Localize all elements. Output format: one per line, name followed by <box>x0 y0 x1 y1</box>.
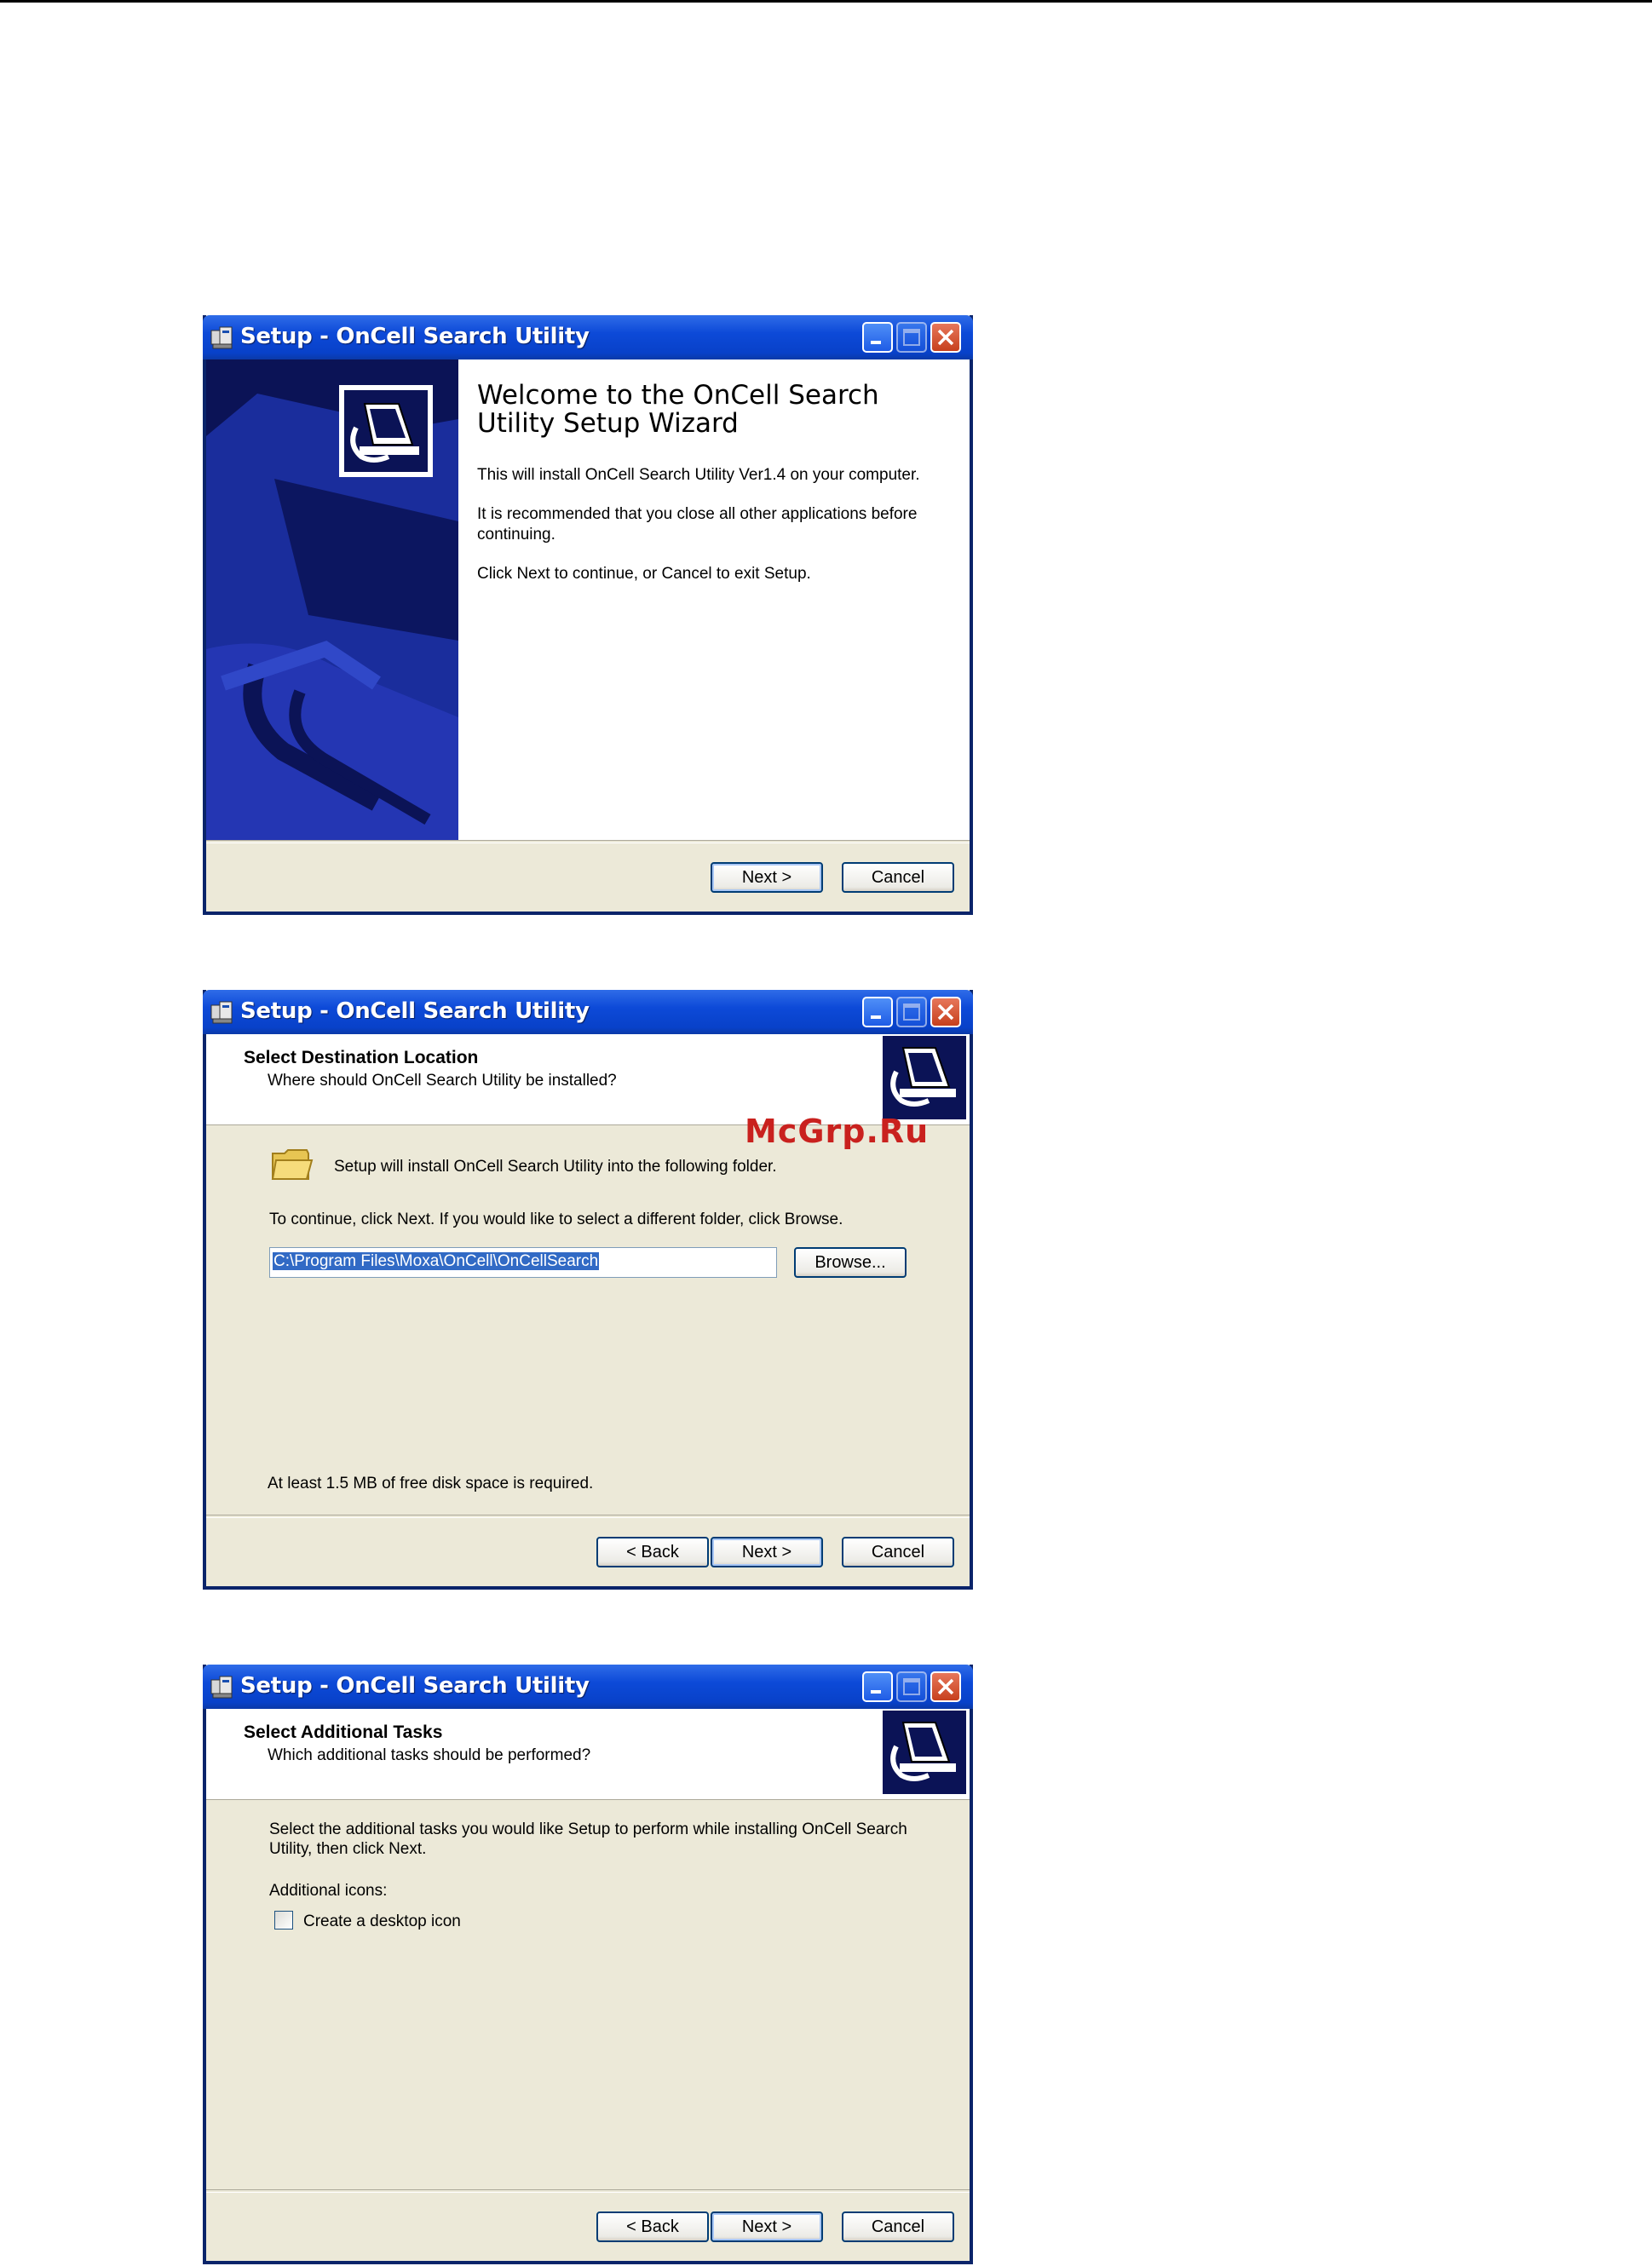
minimize-icon <box>871 1015 881 1019</box>
cancel-button[interactable]: Cancel <box>842 2211 954 2242</box>
page-top-rule <box>0 0 1652 3</box>
setup-window-welcome: Setup - OnCell Search Utility Welcome to… <box>203 315 973 915</box>
page-subtitle: Which additional tasks should be perform… <box>268 1746 591 1764</box>
setup-computer-icon <box>883 1711 966 1794</box>
continue-instructions: To continue, click Next. If you would li… <box>269 1211 843 1228</box>
close-button[interactable] <box>930 322 961 353</box>
back-button[interactable]: < Back <box>596 2211 709 2242</box>
page-header: Select Destination Location Where should… <box>206 1034 970 1125</box>
setup-window-tasks: Setup - OnCell Search Utility Select Add… <box>203 1665 973 2264</box>
cancel-button[interactable]: Cancel <box>842 862 954 893</box>
maximize-icon <box>903 329 920 346</box>
next-button[interactable]: Next > <box>711 862 823 893</box>
setup-computer-icon <box>339 385 433 477</box>
close-icon <box>937 1004 954 1021</box>
folder-icon <box>271 1149 314 1180</box>
desktop-icon-checkbox-label[interactable]: Create a desktop icon <box>303 1912 461 1931</box>
maximize-icon <box>903 1678 920 1695</box>
minimize-button[interactable] <box>862 322 893 353</box>
continue-instructions: Click Next to continue, or Cancel to exi… <box>477 565 811 583</box>
footer-separator <box>206 840 970 843</box>
window-title: Setup - OnCell Search Utility <box>240 324 590 349</box>
wizard-side-banner <box>206 359 458 840</box>
page-header: Select Additional Tasks Which additional… <box>206 1709 970 1800</box>
welcome-heading: Welcome to the OnCell Search Utility Set… <box>477 380 879 439</box>
cancel-button[interactable]: Cancel <box>842 1537 954 1567</box>
next-button[interactable]: Next > <box>711 1537 823 1567</box>
close-apps-notice: It is recommended that you close all oth… <box>477 505 918 543</box>
close-icon <box>937 329 954 346</box>
setup-app-icon <box>210 1676 233 1699</box>
page-title: Select Destination Location <box>244 1048 479 1067</box>
install-folder-text: Setup will install OnCell Search Utility… <box>334 1158 777 1176</box>
page-subtitle: Where should OnCell Search Utility be in… <box>268 1072 617 1090</box>
close-button[interactable] <box>930 997 961 1027</box>
close-button[interactable] <box>930 1671 961 1702</box>
tasks-instructions: Select the additional tasks you would li… <box>269 1820 907 1858</box>
setup-app-icon <box>210 1001 233 1024</box>
back-button[interactable]: < Back <box>596 1537 709 1567</box>
additional-icons-label: Additional icons: <box>269 1882 388 1900</box>
watermark-text: McGrp.Ru <box>745 1113 930 1150</box>
minimize-button[interactable] <box>862 997 893 1027</box>
destination-path-input[interactable]: C:\Program Files\Moxa\OnCell\OnCellSearc… <box>269 1247 777 1278</box>
desktop-icon-checkbox[interactable] <box>274 1911 293 1930</box>
browse-button[interactable]: Browse... <box>794 1247 907 1278</box>
setup-computer-icon <box>883 1036 966 1119</box>
title-bar[interactable]: Setup - OnCell Search Utility <box>203 990 973 1034</box>
footer-separator <box>206 1515 970 1518</box>
maximize-icon <box>903 1004 920 1021</box>
close-icon <box>937 1678 954 1695</box>
welcome-content: Welcome to the OnCell Search Utility Set… <box>458 359 970 840</box>
disk-space-requirement: At least 1.5 MB of free disk space is re… <box>268 1475 594 1492</box>
title-bar[interactable]: Setup - OnCell Search Utility <box>203 315 973 359</box>
maximize-button[interactable] <box>896 997 927 1027</box>
install-description: This will install OnCell Search Utility … <box>477 466 920 484</box>
minimize-icon <box>871 341 881 344</box>
footer-separator <box>206 2189 970 2193</box>
setup-app-icon <box>210 326 233 349</box>
minimize-button[interactable] <box>862 1671 893 1702</box>
window-title: Setup - OnCell Search Utility <box>240 998 590 1024</box>
window-title: Setup - OnCell Search Utility <box>240 1673 590 1699</box>
setup-window-destination: Setup - OnCell Search Utility Select Des… <box>203 990 973 1590</box>
page-title: Select Additional Tasks <box>244 1723 443 1742</box>
destination-path-value: C:\Program Files\Moxa\OnCell\OnCellSearc… <box>273 1252 600 1270</box>
title-bar[interactable]: Setup - OnCell Search Utility <box>203 1665 973 1709</box>
maximize-button[interactable] <box>896 322 927 353</box>
minimize-icon <box>871 1690 881 1694</box>
next-button[interactable]: Next > <box>711 2211 823 2242</box>
maximize-button[interactable] <box>896 1671 927 1702</box>
